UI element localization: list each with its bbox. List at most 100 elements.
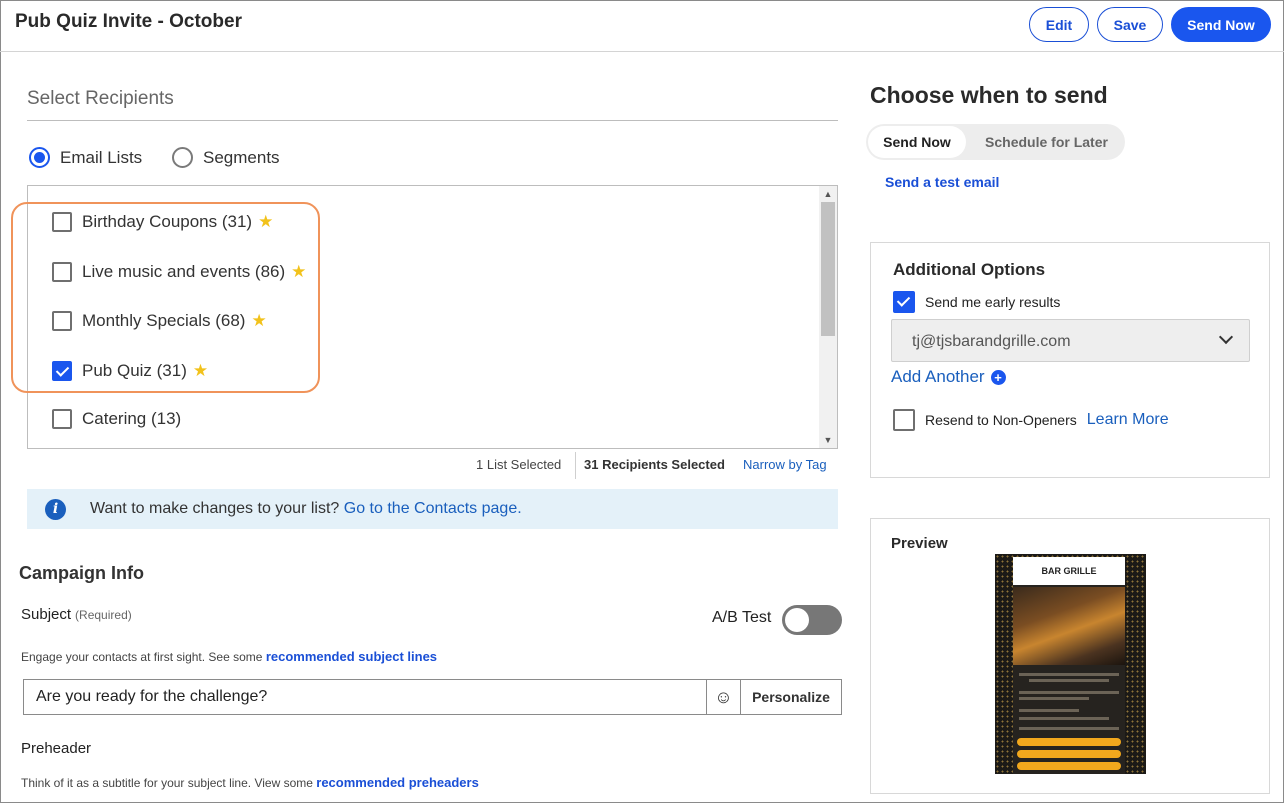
star-icon: ★ (258, 212, 274, 231)
preheader-label: Preheader (21, 740, 92, 757)
subject-label-text: Subject (21, 606, 72, 623)
logo: BAR GRILLE (1013, 557, 1125, 585)
list-item-monthly-specials[interactable]: Monthly Specials (68) ★ (52, 311, 267, 331)
narrow-by-tag-link[interactable]: Narrow by Tag (743, 457, 827, 472)
divider (27, 120, 838, 121)
list-item-pub-quiz[interactable]: Pub Quiz (31) ★ (52, 361, 208, 381)
subject-label: Subject (Required) (21, 606, 132, 623)
thumbnail-content: BAR GRILLE (1013, 557, 1125, 774)
email-list-box: Birthday Coupons (31) ★ Live music and e… (27, 185, 838, 449)
send-timing-toggle: Send Now Schedule for Later (866, 124, 1125, 160)
chevron-down-icon (1218, 329, 1234, 345)
email-preview-thumbnail[interactable]: BAR GRILLE (995, 554, 1146, 774)
plus-icon: + (990, 369, 1006, 385)
text-line (1019, 673, 1119, 676)
thumbnail-button (1017, 762, 1121, 770)
thumbnail-button (1017, 738, 1121, 746)
text-line (1029, 679, 1109, 682)
list-item-label: Monthly Specials (68) (82, 311, 246, 330)
checkbox[interactable] (893, 409, 915, 431)
radio-email-lists[interactable]: Email Lists (29, 147, 142, 168)
scroll-down-icon[interactable]: ▼ (819, 432, 837, 448)
info-icon: i (45, 498, 66, 520)
tab-schedule-later[interactable]: Schedule for Later (970, 126, 1123, 158)
email-select[interactable]: tj@tjsbarandgrille.com (891, 319, 1250, 362)
checkbox-checked[interactable] (52, 361, 72, 381)
resend-option[interactable]: Resend to Non-Openers Learn More (893, 409, 1169, 431)
star-icon: ★ (192, 361, 209, 380)
photo (1013, 587, 1125, 665)
info-text: Want to make changes to your list? Go to… (90, 500, 522, 518)
subject-field[interactable]: Are you ready for the challenge? (24, 680, 706, 714)
send-now-button[interactable]: Send Now (1171, 7, 1271, 42)
campaign-info-title: Campaign Info (19, 563, 144, 583)
page-header: Pub Quiz Invite - October Edit Save Send… (0, 0, 1284, 52)
subject-hint-text: Engage your contacts at first sight. See… (21, 650, 263, 664)
list-item-birthday-coupons[interactable]: Birthday Coupons (31) ★ (52, 212, 273, 232)
divider (575, 452, 576, 479)
personalize-button[interactable]: Personalize (740, 680, 841, 714)
early-results-label: Send me early results (925, 294, 1061, 310)
page-title: Pub Quiz Invite - October (15, 11, 242, 32)
checkbox[interactable] (52, 311, 72, 331)
checkbox-checked[interactable] (893, 291, 915, 313)
radio-unselected-icon[interactable] (172, 147, 193, 168)
scroll-up-icon[interactable]: ▲ (819, 186, 837, 202)
text-line (1019, 717, 1109, 720)
preheader-hint: Think of it as a subtitle for your subje… (21, 775, 479, 790)
checkbox[interactable] (52, 409, 72, 429)
list-item-live-music[interactable]: Live music and events (86) ★ (52, 262, 306, 282)
text-line (1019, 691, 1119, 694)
toggle-knob (785, 608, 809, 632)
checkbox[interactable] (52, 212, 72, 232)
preview-title: Preview (891, 535, 948, 552)
radio-segments[interactable]: Segments (172, 147, 280, 168)
list-item-label: Birthday Coupons (31) (82, 212, 253, 231)
list-item-label: Pub Quiz (31) (82, 361, 187, 380)
resend-label: Resend to Non-Openers (925, 412, 1077, 428)
required-label: (Required) (75, 608, 132, 622)
checkbox[interactable] (52, 262, 72, 282)
preheader-hint-text: Think of it as a subtitle for your subje… (21, 776, 313, 790)
add-another-link[interactable]: Add Another + (891, 367, 1006, 387)
recommended-preheaders-link[interactable]: recommended preheaders (316, 775, 479, 790)
contacts-info-bar: i Want to make changes to your list? Go … (27, 489, 838, 529)
subject-hint: Engage your contacts at first sight. See… (21, 649, 437, 664)
list-item-label: Catering (13) (82, 409, 182, 428)
thumbnail-button (1017, 750, 1121, 758)
edit-button[interactable]: Edit (1029, 7, 1089, 42)
radio-email-lists-label: Email Lists (60, 147, 143, 167)
learn-more-link[interactable]: Learn More (1087, 411, 1169, 429)
lists-selected-count: 1 List Selected (476, 457, 562, 472)
subject-input[interactable]: Are you ready for the challenge? ☺ Perso… (23, 679, 842, 715)
contacts-page-link[interactable]: Go to the Contacts page. (344, 500, 522, 517)
choose-when-title: Choose when to send (870, 82, 1108, 108)
list-scrollbar[interactable]: ▲ ▼ (819, 186, 837, 448)
preview-panel: Preview BAR GRILLE (870, 518, 1270, 794)
text-line (1019, 709, 1079, 712)
radio-segments-label: Segments (203, 147, 280, 167)
add-another-label: Add Another (891, 367, 985, 386)
early-results-option[interactable]: Send me early results (893, 291, 1060, 313)
save-button[interactable]: Save (1097, 7, 1163, 42)
star-icon: ★ (291, 262, 307, 281)
email-select-value: tj@tjsbarandgrille.com (912, 333, 1071, 350)
additional-options-panel: Additional Options Send me early results… (870, 242, 1270, 478)
list-item-label: Live music and events (86) (82, 262, 286, 281)
ab-test-toggle[interactable] (782, 605, 842, 635)
additional-options-title: Additional Options (893, 260, 1046, 279)
send-test-email-link[interactable]: Send a test email (885, 174, 999, 190)
select-recipients-title: Select Recipients (27, 88, 174, 109)
text-line (1019, 727, 1119, 730)
recipients-selected-count: 31 Recipients Selected (584, 457, 725, 472)
star-icon: ★ (251, 311, 267, 330)
scroll-thumb[interactable] (821, 202, 835, 336)
tab-send-now[interactable]: Send Now (868, 126, 966, 158)
radio-selected-icon[interactable] (29, 147, 50, 168)
info-message: Want to make changes to your list? (90, 500, 340, 517)
ab-test-label: A/B Test (712, 609, 772, 626)
list-item-catering[interactable]: Catering (13) (52, 409, 181, 429)
recommended-subject-lines-link[interactable]: recommended subject lines (266, 649, 437, 664)
smiley-icon[interactable]: ☺ (706, 680, 740, 714)
text-line (1019, 697, 1089, 700)
